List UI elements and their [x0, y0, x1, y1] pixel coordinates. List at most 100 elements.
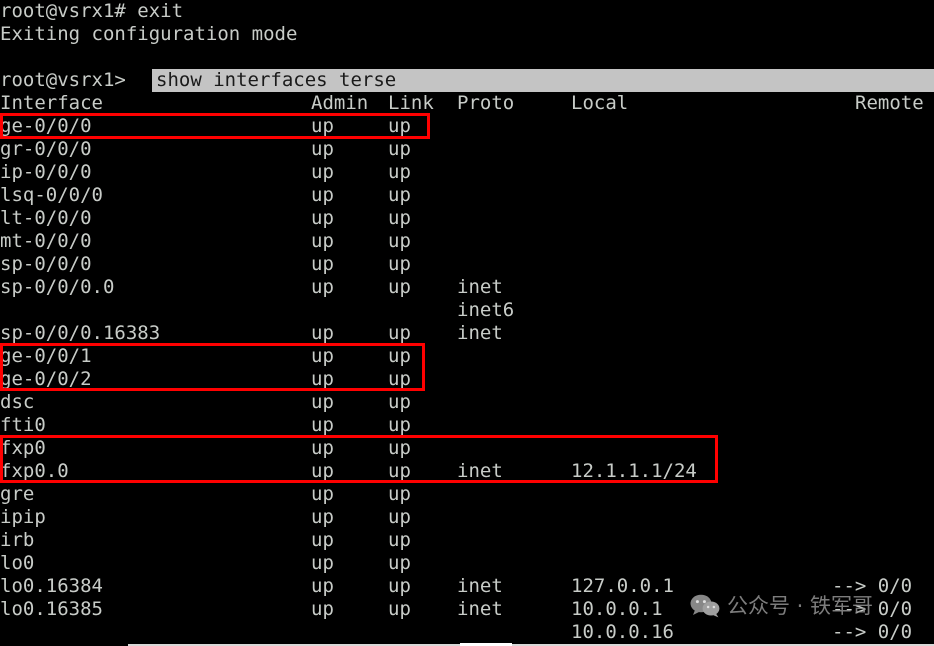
- table-row: fxp0.0 up up inet 12.1.1.1/24: [0, 460, 934, 483]
- interface-name: irb: [0, 529, 35, 551]
- protocol-family: inet: [457, 460, 503, 482]
- remote-address: --> 0/0: [832, 575, 913, 597]
- local-address: 12.1.1.1/24: [571, 460, 697, 482]
- admin-status: up: [311, 460, 334, 482]
- admin-status: up: [311, 276, 334, 298]
- table-row: sp-0/0/0.0 up up inet: [0, 276, 934, 299]
- link-status: up: [388, 414, 411, 436]
- table-row: sp-0/0/0 up up: [0, 253, 934, 276]
- protocol-family: inet: [457, 322, 503, 344]
- table-row: dsc up up: [0, 391, 934, 414]
- link-status: up: [388, 138, 411, 160]
- link-status: up: [388, 322, 411, 344]
- table-row: lo0.16385 up up inet 10.0.0.1 --> 0/0: [0, 598, 934, 621]
- admin-status: up: [311, 483, 334, 505]
- table-row: ipip up up: [0, 506, 934, 529]
- admin-status: up: [311, 391, 334, 413]
- table-row: gr-0/0/0 up up: [0, 138, 934, 161]
- interface-name: gre: [0, 483, 35, 505]
- selected-command-show-interfaces-terse[interactable]: show interfaces terse: [152, 69, 934, 92]
- link-status: up: [388, 230, 411, 252]
- link-status: up: [388, 207, 411, 229]
- link-status: up: [388, 184, 411, 206]
- column-header-admin: Admin: [311, 92, 369, 114]
- interface-name: lo0.16384: [0, 575, 103, 597]
- admin-status: up: [311, 207, 334, 229]
- interface-name: ge-0/0/1: [0, 345, 92, 367]
- admin-status: up: [311, 414, 334, 436]
- terminal-line-exiting-message: Exiting configuration mode: [0, 23, 298, 45]
- link-status: up: [388, 506, 411, 528]
- table-row: fti0 up up: [0, 414, 934, 437]
- link-status: up: [388, 437, 411, 459]
- interface-name: sp-0/0/0: [0, 253, 92, 275]
- link-status: up: [388, 529, 411, 551]
- table-row: ge-0/0/0 up up: [0, 115, 934, 138]
- interface-name: lsq-0/0/0: [0, 184, 103, 206]
- link-status: up: [388, 575, 411, 597]
- column-header-local: Local: [571, 92, 629, 114]
- admin-status: up: [311, 529, 334, 551]
- interface-name: ge-0/0/0: [0, 115, 92, 137]
- admin-status: up: [311, 506, 334, 528]
- protocol-family: inet: [457, 598, 503, 620]
- terminal-window[interactable]: root@vsrx1# exit Exiting configuration m…: [0, 0, 934, 646]
- link-status: up: [388, 552, 411, 574]
- table-row: lsq-0/0/0 up up: [0, 184, 934, 207]
- interface-name: mt-0/0/0: [0, 230, 92, 252]
- admin-status: up: [311, 552, 334, 574]
- interface-name: sp-0/0/0.0: [0, 276, 115, 298]
- interface-name: dsc: [0, 391, 35, 413]
- remote-address: --> 0/0: [832, 621, 913, 643]
- table-row: irb up up: [0, 529, 934, 552]
- table-row: sp-0/0/0.16383 up up inet: [0, 322, 934, 345]
- table-row: inet6: [0, 299, 934, 322]
- interface-name: fxp0.0: [0, 460, 69, 482]
- table-row: gre up up: [0, 483, 934, 506]
- link-status: up: [388, 391, 411, 413]
- local-address: 10.0.0.16: [571, 621, 674, 643]
- table-row: lo0 up up: [0, 552, 934, 575]
- protocol-family: inet: [457, 575, 503, 597]
- remote-address: --> 0/0: [832, 598, 913, 620]
- table-row: ge-0/0/2 up up: [0, 368, 934, 391]
- interface-name: lo0.16385: [0, 598, 103, 620]
- local-address: 10.0.0.1: [571, 598, 663, 620]
- interface-name: lo0: [0, 552, 35, 574]
- shell-prompt: root@vsrx1>: [0, 69, 138, 91]
- table-row: mt-0/0/0 up up: [0, 230, 934, 253]
- table-row: lo0.16384 up up inet 127.0.0.1 --> 0/0: [0, 575, 934, 598]
- admin-status: up: [311, 161, 334, 183]
- link-status: up: [388, 598, 411, 620]
- admin-status: up: [311, 345, 334, 367]
- terminal-line-exit-command: root@vsrx1# exit: [0, 0, 184, 22]
- admin-status: up: [311, 184, 334, 206]
- admin-status: up: [311, 598, 334, 620]
- interface-name: ipip: [0, 506, 46, 528]
- protocol-family: inet6: [457, 299, 515, 321]
- admin-status: up: [311, 322, 334, 344]
- column-header-interface: Interface: [0, 92, 103, 114]
- local-address: 127.0.0.1: [571, 575, 674, 597]
- link-status: up: [388, 161, 411, 183]
- column-header-proto: Proto: [457, 92, 515, 114]
- table-header-row: Interface Admin Link Proto Local Remote: [0, 92, 934, 115]
- admin-status: up: [311, 368, 334, 390]
- table-row: 10.0.0.16 --> 0/0: [0, 621, 934, 644]
- link-status: up: [388, 345, 411, 367]
- link-status: up: [388, 483, 411, 505]
- interface-name: ip-0/0/0: [0, 161, 92, 183]
- interface-name: fti0: [0, 414, 46, 436]
- interface-name: lt-0/0/0: [0, 207, 92, 229]
- admin-status: up: [311, 138, 334, 160]
- admin-status: up: [311, 115, 334, 137]
- admin-status: up: [311, 230, 334, 252]
- link-status: up: [388, 276, 411, 298]
- protocol-family: inet: [457, 276, 503, 298]
- table-row: lt-0/0/0 up up: [0, 207, 934, 230]
- link-status: up: [388, 253, 411, 275]
- column-header-remote: Remote: [855, 92, 924, 114]
- interface-name: fxp0: [0, 437, 46, 459]
- link-status: up: [388, 368, 411, 390]
- link-status: up: [388, 115, 411, 137]
